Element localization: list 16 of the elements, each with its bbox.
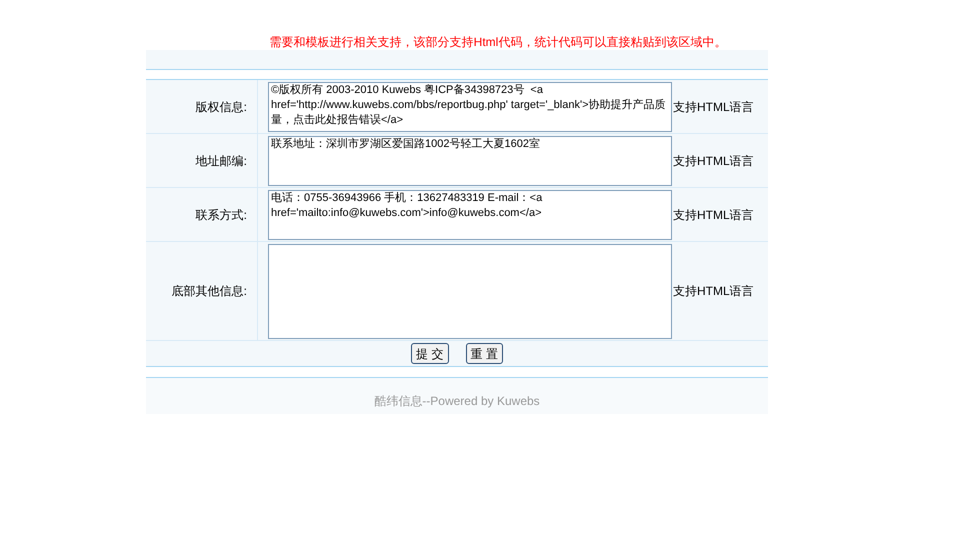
submit-button[interactable]: 提 交	[411, 343, 448, 364]
text-area[interactable]: ©版权所有 2003-2010 Kuwebs 粤ICP备34398723号 <a href='http://www.kuwebs.com/bbs/reportbug.php' target='_blank'>协助提升产品质量，点击此处报告错误</a>	[268, 82, 672, 132]
hint-text: 支持HTML语言	[673, 283, 754, 300]
hint-text: 支持HTML语言	[673, 98, 754, 116]
hint-text: 支持HTML语言	[673, 206, 754, 224]
field-label: 底部其他信息:	[172, 283, 247, 300]
reset-button[interactable]: 重 置	[466, 343, 503, 364]
field-label: 联系方式:	[196, 206, 247, 224]
text-area[interactable]: 联系地址：深圳市罗湖区爱国路1002号轻工大夏1602室	[268, 136, 672, 186]
text-area[interactable]	[268, 244, 672, 338]
footer-text: 酷纬信息--Powered by Kuwebs	[374, 393, 540, 410]
text-area[interactable]: 电话：0755-36943966 手机：13627483319 E-mail：<a href='mailto:info@kuwebs.com'>info@kuwebs.com</a>	[268, 190, 672, 240]
field-label: 地址邮编:	[196, 152, 247, 170]
notice-text: 需要和模板进行相关支持，该部分支持Html代码，统计代码可以直接粘贴到该区域中。	[268, 34, 726, 50]
field-label: 版权信息:	[196, 98, 247, 116]
hint-text: 支持HTML语言	[673, 152, 754, 170]
